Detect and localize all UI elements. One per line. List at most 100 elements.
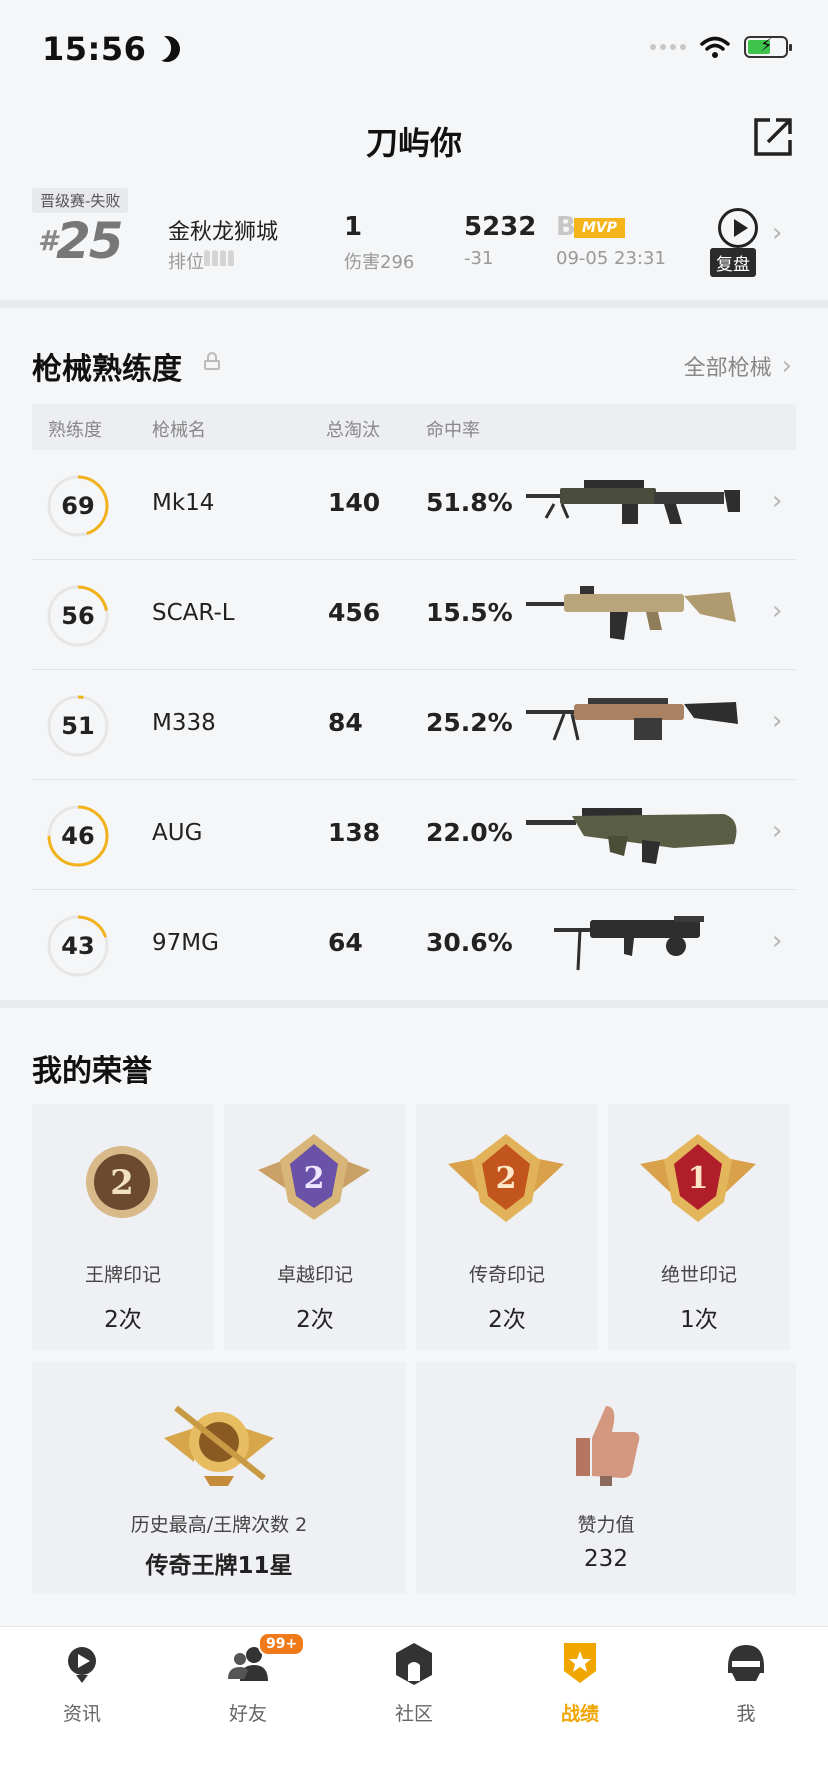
weapon-kills: 138 <box>328 818 381 847</box>
weapon-kills: 64 <box>328 928 363 957</box>
chevron-right-icon: › <box>772 596 783 626</box>
mk14-rifle-image <box>526 480 740 524</box>
honor-card-ace[interactable]: 2 王牌印记 2次 <box>32 1104 214 1350</box>
svg-text:2: 2 <box>304 1161 325 1196</box>
status-indicators: ⚡ <box>650 35 792 58</box>
chevron-right-icon: › <box>781 351 792 381</box>
map-name: 金秋龙狮城 <box>168 220 279 245</box>
record-icon <box>564 1643 596 1683</box>
weapons-table-header: 熟练度 枪械名 总淘汰 命中率 <box>32 404 796 450</box>
moon-icon <box>151 32 184 65</box>
tab-community[interactable]: 社区 <box>364 1641 464 1726</box>
match-time: 09-05 23:31 <box>556 248 666 269</box>
battery-icon: ⚡ <box>744 35 792 58</box>
honor-count: 1次 <box>680 1307 718 1333</box>
weapon-accuracy: 30.6% <box>426 928 513 957</box>
ace-badge-icon: 2 <box>86 1146 158 1218</box>
mastery-level: 51 <box>61 712 95 740</box>
recent-match-card[interactable]: 晋级赛-失败 # 25 金秋龙狮城 排位 1 伤害296 5232 -31 B … <box>32 188 796 288</box>
match-rank: 25 <box>56 212 124 270</box>
chevron-right-icon: › <box>772 706 783 736</box>
share-icon[interactable] <box>752 116 794 158</box>
replay-button[interactable]: 复盘 <box>710 208 766 278</box>
weapons-section-title: 枪械熟练度 <box>32 352 182 387</box>
weapon-name: SCAR-L <box>152 600 235 626</box>
legendary-badge-icon: 2 <box>448 1134 564 1222</box>
header-total-kills: 总淘汰 <box>326 420 380 441</box>
all-weapons-label: 全部枪械 <box>683 356 772 381</box>
tab-me[interactable]: 我 <box>696 1641 796 1726</box>
97mg-machine-gun-image <box>554 916 704 971</box>
community-icon <box>396 1643 432 1685</box>
weapon-accuracy: 25.2% <box>426 708 513 737</box>
weapon-name: 97MG <box>152 930 219 956</box>
mvp-badge: MVP <box>574 218 626 238</box>
tab-label: 社区 <box>394 1703 433 1725</box>
honor-count: 2次 <box>104 1307 142 1333</box>
peerless-badge-icon: 1 <box>640 1134 756 1222</box>
chevron-right-icon: › <box>772 486 783 516</box>
weapon-row[interactable]: 51 M338 84 25.2% › <box>32 670 796 780</box>
highest-rank-badge-icon <box>164 1405 274 1486</box>
tab-label: 好友 <box>228 1703 267 1725</box>
match-damage: 伤害296 <box>344 252 415 273</box>
section-divider <box>0 1000 828 1008</box>
page-title: 刀屿你 <box>365 124 462 162</box>
tab-news[interactable]: 资讯 <box>32 1641 132 1726</box>
honor-card-likes[interactable]: 赞力值 232 <box>416 1362 796 1594</box>
weapon-accuracy: 22.0% <box>426 818 513 847</box>
weapon-row[interactable]: 56 SCAR-L 456 15.5% › <box>32 560 796 670</box>
mastery-level: 46 <box>61 822 95 850</box>
honor-card-peerless[interactable]: 1 绝世印记 1次 <box>608 1104 790 1350</box>
likes-label: 赞力值 <box>577 1514 635 1536</box>
clock-text: 15:56 <box>42 30 147 68</box>
honor-name: 卓越印记 <box>276 1264 353 1286</box>
chevron-right-icon: › <box>772 926 783 956</box>
weapon-accuracy: 51.8% <box>426 488 513 517</box>
news-icon <box>68 1647 96 1683</box>
honor-card-excellence[interactable]: 2 卓越印记 2次 <box>224 1104 406 1350</box>
all-weapons-link[interactable]: 全部枪械 › <box>684 350 792 382</box>
tab-label: 资讯 <box>62 1703 101 1725</box>
chevron-right-icon: › <box>772 816 783 846</box>
mastery-level: 43 <box>61 932 95 960</box>
honor-card-highest-rank[interactable]: 历史最高/王牌次数 2 传奇王牌11星 <box>32 1362 406 1594</box>
weapon-row[interactable]: 69 Mk14 140 51.8% › <box>32 450 796 560</box>
honor-card-legendary[interactable]: 2 传奇印记 2次 <box>416 1104 598 1350</box>
weapon-kills: 140 <box>328 488 381 517</box>
likes-value: 232 <box>584 1546 628 1572</box>
thumbs-up-icon <box>576 1406 640 1486</box>
honor-count: 2次 <box>296 1307 334 1333</box>
weapon-name: AUG <box>152 820 203 846</box>
replay-icon <box>718 208 758 248</box>
header-accuracy: 命中率 <box>426 420 480 441</box>
header-mastery: 熟练度 <box>48 420 102 441</box>
tier-letter: B <box>556 212 576 242</box>
match-mode-badge: 晋级赛-失败 <box>32 188 129 213</box>
mastery-level: 69 <box>61 492 95 520</box>
tab-records[interactable]: 战绩 <box>530 1641 630 1726</box>
weapon-row[interactable]: 46 AUG 138 22.0% › <box>32 780 796 890</box>
chevron-right-icon: › <box>772 218 783 248</box>
header-weapon-name: 枪械名 <box>152 420 206 441</box>
lock-icon <box>204 352 220 370</box>
honor-name: 王牌印记 <box>84 1264 161 1286</box>
section-divider <box>0 300 828 308</box>
score-change: -31 <box>464 248 494 269</box>
svg-text:1: 1 <box>688 1161 709 1196</box>
honors-section-title: 我的荣誉 <box>32 1054 152 1089</box>
position-label: 排位 <box>168 252 204 273</box>
weapon-row[interactable]: 43 97MG 64 30.6% › <box>32 890 796 1000</box>
match-kills: 1 <box>344 212 363 242</box>
friends-notification-badge: 99+ <box>258 1632 306 1656</box>
rank-hash: # <box>38 224 58 257</box>
weapon-kills: 84 <box>328 708 363 737</box>
bottom-tab-bar: 资讯 好友 社区 战绩 我 <box>0 1626 828 1792</box>
tab-label: 战绩 <box>560 1703 599 1725</box>
tab-label: 我 <box>736 1703 756 1725</box>
weapon-name: M338 <box>152 710 216 736</box>
svg-text:2: 2 <box>110 1163 134 1203</box>
honor-name: 传奇印记 <box>468 1264 545 1286</box>
aug-rifle-image <box>526 808 737 864</box>
highest-rank-label: 历史最高/王牌次数 2 <box>130 1514 308 1536</box>
